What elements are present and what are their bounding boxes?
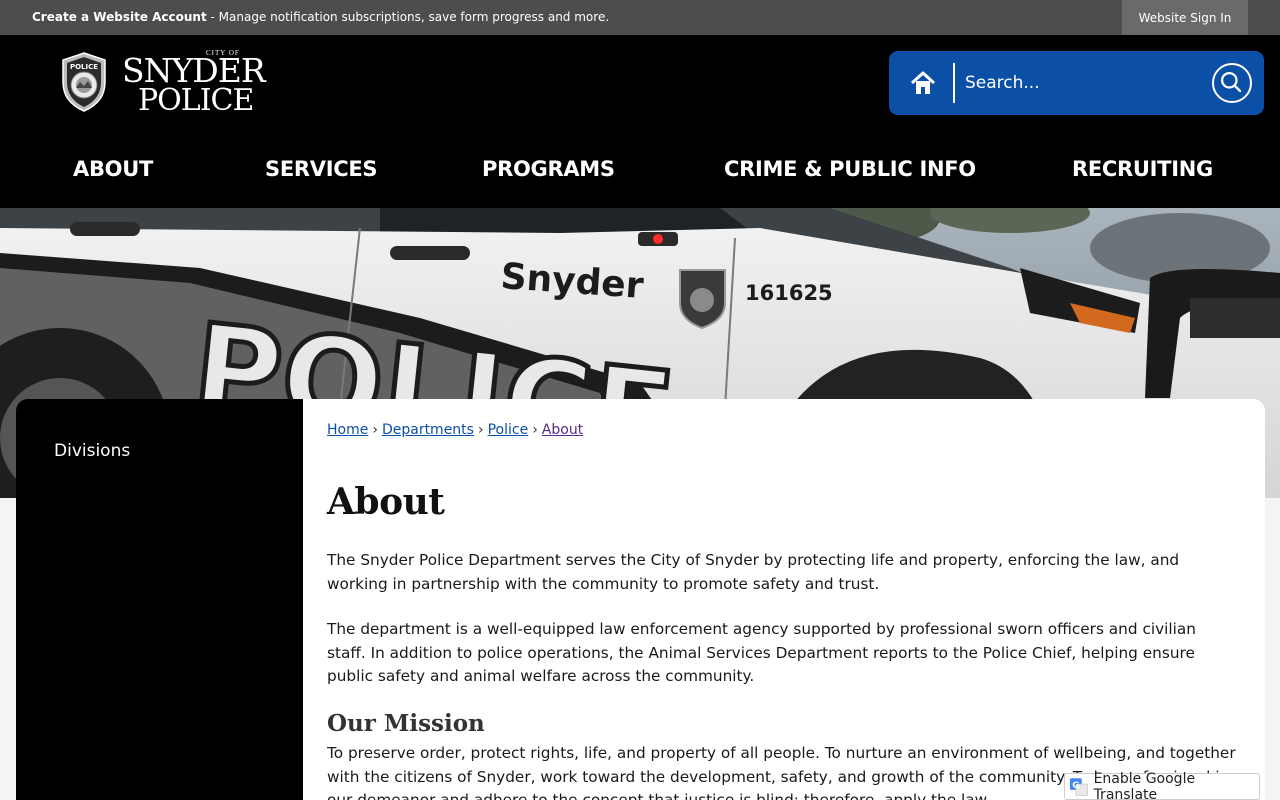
breadcrumb-about[interactable]: About (542, 422, 583, 438)
search-divider (953, 63, 955, 103)
intro-paragraph: The Snyder Police Department serves the … (327, 551, 1180, 593)
mission-heading: Our Mission (327, 710, 485, 737)
breadcrumb-police[interactable]: Police (488, 422, 529, 438)
google-translate-icon: G (1070, 777, 1088, 796)
page-title: About (327, 481, 445, 523)
breadcrumb: Home › Departments › Police › About (327, 422, 583, 438)
google-translate-button[interactable]: G Enable Google Translate (1064, 770, 1260, 800)
site-logo[interactable]: POLICE CITY OF SNYDER POLICE (56, 49, 286, 119)
home-icon[interactable] (909, 69, 937, 97)
breadcrumb-home[interactable]: Home (327, 422, 368, 438)
breadcrumb-separator: › (532, 422, 538, 438)
breadcrumb-departments[interactable]: Departments (382, 422, 474, 438)
sidebar-item-divisions[interactable]: Divisions (54, 441, 130, 461)
search-icon[interactable] (1212, 63, 1252, 103)
department-paragraph: The department is a well-equipped law en… (327, 620, 1196, 685)
logo-name-police: POLICE (138, 83, 254, 118)
nav-programs[interactable]: PROGRAMS (482, 157, 615, 181)
search-input[interactable] (965, 65, 1195, 101)
main-navigation: ABOUT SERVICES PROGRAMS CRIME & PUBLIC I… (0, 152, 1280, 192)
nav-recruiting[interactable]: RECRUITING (1072, 157, 1213, 181)
svg-text:POLICE: POLICE (70, 63, 98, 71)
search-bar (889, 51, 1264, 115)
main-content: Home › Departments › Police › About About The … (303, 399, 1265, 800)
nav-crime-public-info[interactable]: CRIME & PUBLIC INFO (724, 157, 976, 181)
google-translate-label: Enable Google Translate (1093, 770, 1196, 800)
top-utility-bar: Create a Website Account - Manage notifi… (0, 0, 1280, 35)
account-message-text: - Manage notification subscriptions, sav… (206, 10, 610, 24)
breadcrumb-separator: › (477, 422, 484, 438)
nav-about[interactable]: ABOUT (73, 157, 153, 181)
svg-text:G: G (1072, 780, 1079, 790)
nav-services[interactable]: SERVICES (265, 157, 377, 181)
svg-text:161625: 161625 (745, 281, 833, 305)
sidebar: Divisions (16, 399, 306, 800)
police-badge-icon: POLICE (62, 52, 106, 112)
website-sign-in-button[interactable]: Website Sign In (1122, 0, 1248, 35)
site-header: POLICE CITY OF SNYDER POLICE ABOUT SERVI… (0, 35, 1280, 208)
breadcrumb-separator: › (372, 422, 378, 438)
account-message: Create a Website Account - Manage notifi… (32, 10, 609, 24)
create-account-link[interactable]: Create a Website Account (32, 10, 207, 24)
